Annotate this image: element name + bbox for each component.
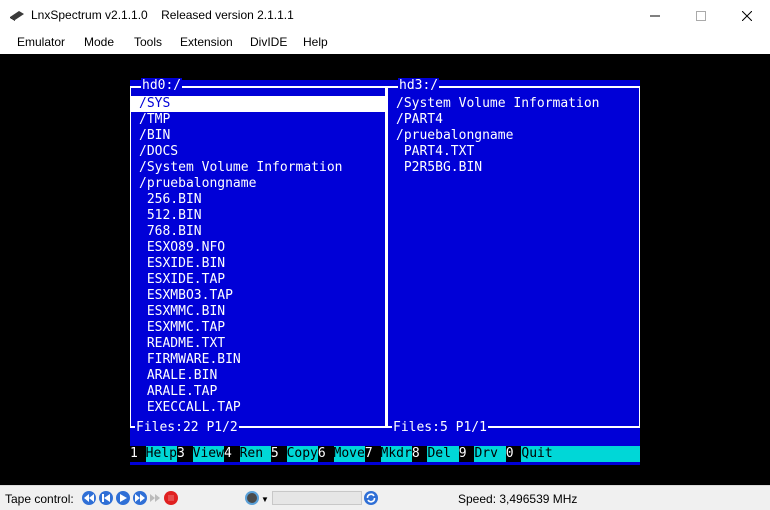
cpu-speed-readout: Speed: 3,496539 MHz	[458, 492, 578, 506]
tape-rewind-button[interactable]	[82, 491, 96, 505]
minimize-button[interactable]	[632, 0, 678, 31]
fkey-number: 9	[458, 446, 475, 462]
left-panel-footer: Files:22 P1/2	[135, 420, 239, 436]
menu-emulator[interactable]: Emulator	[17, 35, 65, 49]
fkey-number: 6	[317, 446, 334, 462]
left-panel-title: hd0:/	[141, 78, 183, 94]
emulator-screen[interactable]: hd0:/ /SYS/TMP/BIN/DOCS/System Volume In…	[0, 54, 770, 485]
tape-play-button[interactable]	[116, 491, 130, 505]
play-icon	[120, 494, 127, 502]
status-bar: Tape control: ▼ Speed: 3,496539 MHz	[0, 485, 770, 510]
left-file-row[interactable]: /BIN	[131, 128, 385, 144]
right-file-row[interactable]: PART4.TXT	[388, 144, 639, 160]
fkey-number: 0	[505, 446, 522, 462]
left-file-row[interactable]: ESXMMC.TAP	[131, 320, 385, 336]
left-file-row[interactable]: /pruebalongname	[131, 176, 385, 192]
chevron-down-icon[interactable]: ▼	[261, 495, 269, 504]
fkey-number: 4	[223, 446, 240, 462]
tape-progress-bar	[272, 491, 362, 505]
tape-skip-button[interactable]	[148, 491, 162, 505]
title-bar: LnxSpectrum v2.1.1.0 Released version 2.…	[0, 0, 770, 31]
left-file-row[interactable]: FIRMWARE.BIN	[131, 352, 385, 368]
right-panel-footer: Files:5 P1/1	[392, 420, 488, 436]
menu-help[interactable]: Help	[303, 35, 328, 49]
right-file-row[interactable]: /PART4	[388, 112, 639, 128]
left-file-row[interactable]: ESXMMC.BIN	[131, 304, 385, 320]
menu-mode[interactable]: Mode	[84, 35, 114, 49]
left-file-row[interactable]: ARALE.TAP	[131, 384, 385, 400]
fkey-label[interactable]: Help	[145, 446, 177, 462]
function-key-bar: 1 Help 3 View 4 Ren 5 Copy 6 Move 7 Mkdr 8 De…	[130, 446, 640, 462]
menu-extension[interactable]: Extension	[180, 35, 233, 49]
right-file-row[interactable]: /System Volume Information	[388, 96, 639, 112]
fkey-number: 1	[130, 446, 146, 462]
left-file-row[interactable]: EXECCALL.TAP	[131, 400, 385, 416]
maximize-button[interactable]	[678, 0, 724, 31]
window-title: LnxSpectrum v2.1.1.0 Released version 2.…	[31, 8, 294, 22]
fkey-number: 8	[411, 446, 428, 462]
left-file-row[interactable]: ESXMBO3.TAP	[131, 288, 385, 304]
left-file-panel: hd0:/ /SYS/TMP/BIN/DOCS/System Volume In…	[130, 78, 387, 436]
tape-forward-button[interactable]	[133, 491, 147, 505]
step-back-icon	[102, 494, 110, 502]
left-file-row[interactable]: ESXIDE.BIN	[131, 256, 385, 272]
fkey-label[interactable]: Mkdr	[380, 446, 412, 462]
left-file-row[interactable]: 768.BIN	[131, 224, 385, 240]
fkey-label[interactable]: Ren	[239, 446, 271, 462]
refresh-icon[interactable]	[364, 491, 378, 505]
left-file-row[interactable]: /System Volume Information	[131, 160, 385, 176]
left-file-row[interactable]: ESXIDE.TAP	[131, 272, 385, 288]
right-file-list: /System Volume Information/PART4/pruebal…	[388, 96, 639, 176]
rewind-icon	[84, 494, 94, 502]
right-panel-title: hd3:/	[398, 78, 440, 94]
file-browser-display: hd0:/ /SYS/TMP/BIN/DOCS/System Volume In…	[130, 78, 640, 465]
fkey-label[interactable]: Move	[333, 446, 365, 462]
fkey-number: 7	[364, 446, 381, 462]
tape-record-button[interactable]	[164, 491, 178, 505]
tape-back-button[interactable]	[99, 491, 113, 505]
fkey-label[interactable]: Del	[427, 446, 459, 462]
skip-icon	[150, 494, 160, 502]
minimize-icon	[650, 15, 660, 16]
fkey-number: 3	[176, 446, 193, 462]
left-file-row[interactable]: 256.BIN	[131, 192, 385, 208]
left-file-row[interactable]: README.TXT	[131, 336, 385, 352]
fkey-bar-fill	[552, 446, 640, 462]
right-file-row[interactable]: /pruebalongname	[388, 128, 639, 144]
right-file-panel: hd3:/ /System Volume Information/PART4/p…	[386, 78, 640, 436]
fkey-label[interactable]: Quit	[521, 446, 553, 462]
record-icon	[168, 495, 174, 501]
fkey-label[interactable]: Drv	[474, 446, 506, 462]
menu-divide[interactable]: DivIDE	[250, 35, 287, 49]
left-file-row[interactable]: /DOCS	[131, 144, 385, 160]
menu-bar: Emulator Mode Tools Extension DivIDE Hel…	[0, 31, 770, 54]
fkey-label[interactable]: View	[192, 446, 224, 462]
left-file-row[interactable]: ESXO89.NFO	[131, 240, 385, 256]
app-icon	[10, 11, 24, 21]
fkey-label[interactable]: Copy	[286, 446, 318, 462]
tape-control-label: Tape control:	[5, 492, 74, 506]
right-file-row[interactable]: P2R5BG.BIN	[388, 160, 639, 176]
fkey-number: 5	[270, 446, 287, 462]
left-file-row[interactable]: /SYS	[131, 96, 385, 112]
left-file-row[interactable]: /TMP	[131, 112, 385, 128]
disk-icon[interactable]	[245, 491, 259, 505]
fast-forward-icon	[135, 494, 145, 502]
maximize-icon	[696, 10, 706, 21]
left-file-list: /SYS/TMP/BIN/DOCS/System Volume Informat…	[131, 96, 385, 416]
close-button[interactable]	[724, 0, 770, 31]
left-file-row[interactable]: ARALE.BIN	[131, 368, 385, 384]
close-icon	[742, 10, 752, 21]
menu-tools[interactable]: Tools	[134, 35, 162, 49]
left-file-row[interactable]: 512.BIN	[131, 208, 385, 224]
